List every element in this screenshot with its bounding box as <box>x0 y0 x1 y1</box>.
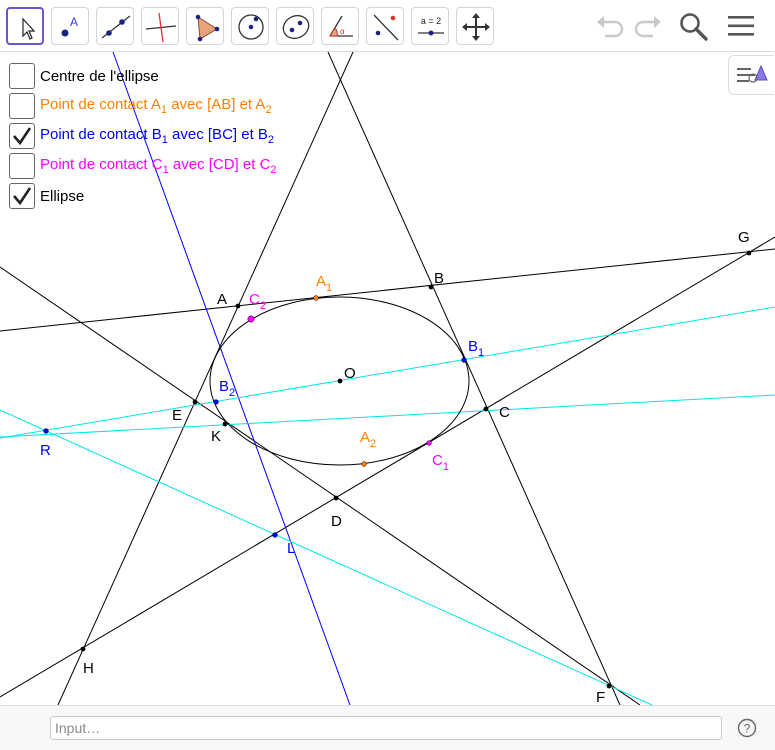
polygon-icon <box>195 14 220 42</box>
label-A1: A1 <box>316 273 332 294</box>
undo-icon[interactable] <box>593 10 627 42</box>
point-tool[interactable]: A <box>51 7 89 45</box>
svg-text:A: A <box>70 15 78 29</box>
line-RC[interactable] <box>0 394 775 438</box>
label-D: D <box>331 513 342 530</box>
label-A: A <box>217 291 227 308</box>
label-E: E <box>172 407 182 424</box>
point-B[interactable] <box>428 284 434 290</box>
checkbox-contact-a[interactable] <box>9 93 35 119</box>
algebra-input-field[interactable] <box>50 716 722 740</box>
checkbox-ellipse[interactable] <box>9 183 35 209</box>
point-C2[interactable] <box>247 315 255 323</box>
angle-icon: α <box>329 15 353 37</box>
circle-tool[interactable] <box>231 7 269 45</box>
slider-label: a = 2 <box>421 16 441 26</box>
point-B1[interactable] <box>461 357 467 363</box>
line-DG[interactable] <box>0 236 775 698</box>
slider-tool[interactable]: a = 2 <box>411 7 449 45</box>
line-CD[interactable] <box>0 266 641 705</box>
point-L[interactable] <box>272 532 278 538</box>
label-H: H <box>83 660 94 677</box>
svg-text:?: ? <box>744 722 751 736</box>
help-icon[interactable]: ? <box>737 718 757 738</box>
slider-icon: a = 2 <box>418 16 444 36</box>
move-graphics-view-icon <box>462 13 490 41</box>
input-bar: ? <box>0 705 775 750</box>
checkbox-label-contact-c[interactable]: Point de contact C1 avec [CD] et C2 <box>40 156 277 176</box>
label-G: G <box>738 229 750 246</box>
checkbox-row-centre[interactable]: Centre de l'ellipse <box>9 62 159 90</box>
point-A2[interactable] <box>361 461 367 467</box>
point-G[interactable] <box>746 250 752 256</box>
point-C1[interactable] <box>426 440 432 446</box>
checkbox-label-contact-b[interactable]: Point de contact B1 avec [BC] et B2 <box>40 126 274 146</box>
style-bar-icon <box>737 64 768 83</box>
reflect-icon <box>373 14 399 41</box>
label-L: L <box>287 540 295 557</box>
checkbox-contact-c[interactable] <box>9 153 35 179</box>
move-view-tool[interactable] <box>456 7 494 45</box>
checkbox-centre[interactable] <box>9 63 35 89</box>
label-K: K <box>211 428 221 445</box>
checkbox-row-contact-c[interactable]: Point de contact C1 avec [CD] et C2 <box>9 152 277 180</box>
line-BC[interactable] <box>327 52 621 705</box>
checkbox-row-contact-b[interactable]: Point de contact B1 avec [BC] et B2 <box>9 122 274 150</box>
line-AB[interactable] <box>0 248 775 332</box>
label-C2: C2 <box>249 291 266 312</box>
point-H[interactable] <box>80 646 86 652</box>
menu-icon[interactable] <box>724 10 758 42</box>
point-K[interactable] <box>222 421 228 427</box>
checkbox-row-contact-a[interactable]: Point de contact A1 avec [AB] et A2 <box>9 92 272 120</box>
line-RB1[interactable] <box>0 306 775 439</box>
ellipse-tool[interactable] <box>276 7 314 45</box>
point-icon: A <box>61 15 78 37</box>
ellipse-icon <box>282 14 310 40</box>
checkbox-label-ellipse[interactable]: Ellipse <box>40 188 84 205</box>
label-C: C <box>499 404 510 421</box>
circle-icon <box>238 14 264 40</box>
move-tool[interactable] <box>6 7 44 45</box>
checkbox-contact-b[interactable] <box>9 123 35 149</box>
point-F[interactable] <box>606 683 612 689</box>
graphics-view[interactable]: A B C D E F G H K O L R A1 A2 B1 B2 C1 C… <box>0 52 775 705</box>
label-F: F <box>596 689 605 705</box>
perpendicular-line-icon <box>145 12 177 43</box>
line-icon <box>101 15 131 39</box>
checkbox-row-ellipse[interactable]: Ellipse <box>9 182 84 210</box>
perpendicular-line-tool[interactable] <box>141 7 179 45</box>
label-O: O <box>344 365 356 382</box>
redo-icon[interactable] <box>631 10 665 42</box>
point-E[interactable] <box>192 399 198 405</box>
line-tool[interactable] <box>96 7 134 45</box>
label-A2: A2 <box>360 429 376 450</box>
point-A1[interactable] <box>313 295 319 301</box>
point-O[interactable] <box>337 378 343 384</box>
label-B: B <box>434 270 444 287</box>
point-R[interactable] <box>43 428 49 434</box>
arrow-cursor-icon <box>22 17 36 40</box>
point-A[interactable] <box>235 303 241 309</box>
point-B2[interactable] <box>213 399 219 405</box>
polygon-tool[interactable] <box>186 7 224 45</box>
label-C1: C1 <box>432 452 449 473</box>
checkbox-label-contact-a[interactable]: Point de contact A1 avec [AB] et A2 <box>40 96 272 116</box>
checkmark-icon <box>13 127 32 146</box>
checkmark-icon <box>13 187 32 206</box>
svg-text:α: α <box>340 27 345 36</box>
style-bar-toggle[interactable] <box>728 55 774 95</box>
label-B1: B1 <box>468 338 484 359</box>
label-R: R <box>40 442 51 459</box>
checkbox-label-centre[interactable]: Centre de l'ellipse <box>40 68 159 85</box>
point-D[interactable] <box>333 495 339 501</box>
reflect-tool[interactable] <box>366 7 404 45</box>
angle-tool[interactable]: α <box>321 7 359 45</box>
point-C[interactable] <box>483 406 489 412</box>
search-icon[interactable] <box>677 10 711 42</box>
toolbar: A α a = 2 <box>0 0 775 52</box>
